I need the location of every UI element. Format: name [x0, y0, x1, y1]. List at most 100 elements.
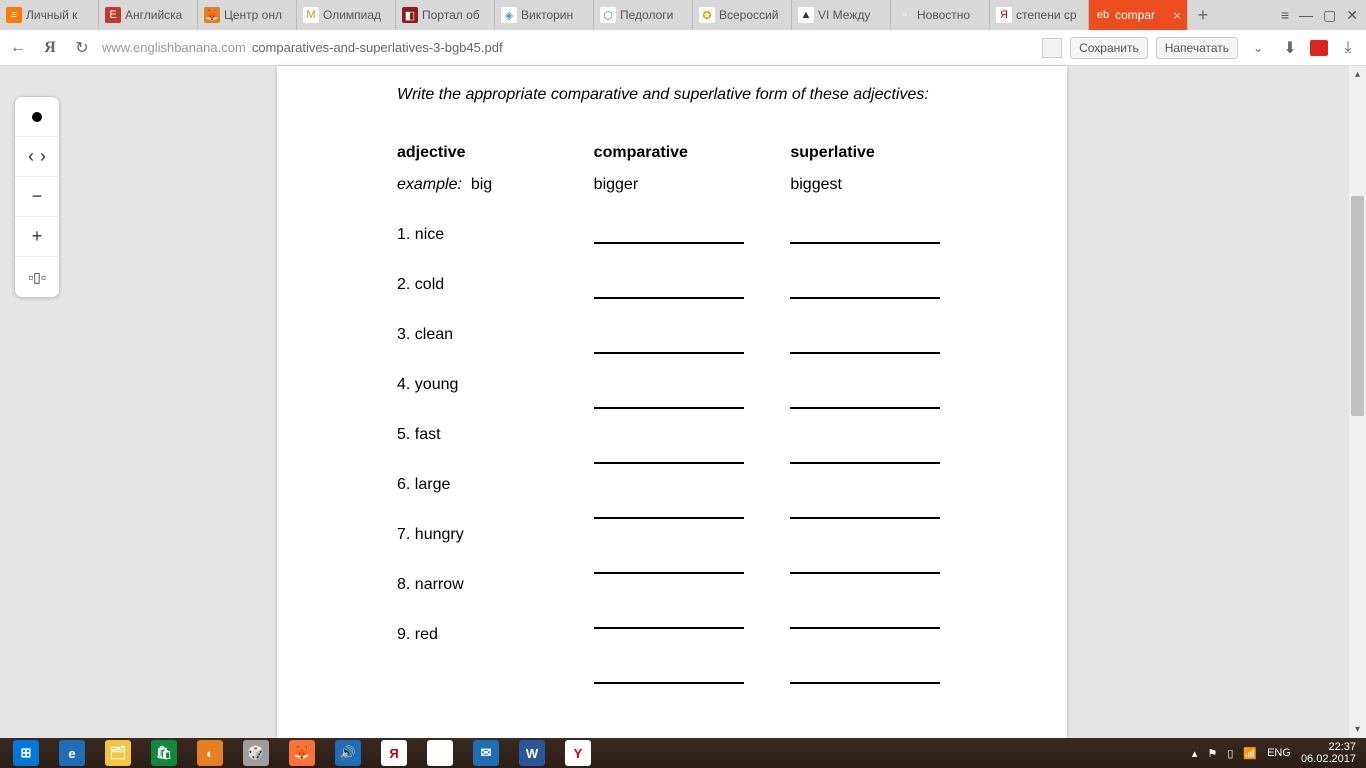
tab-label: compar: [1115, 8, 1169, 22]
menu-button[interactable]: ≡: [1281, 7, 1289, 23]
tab-favicon: 🦊: [204, 7, 220, 23]
next-page-icon: ›: [40, 146, 46, 167]
taskbar-mail[interactable]: ✉: [464, 740, 508, 766]
tab-0[interactable]: ≡Личный к: [0, 0, 99, 30]
tab-label: Личный к: [26, 8, 92, 22]
taskbar-yandex-browser[interactable]: Y: [556, 740, 600, 766]
superlative-blank: [790, 501, 987, 524]
dropdown-button[interactable]: ⌄: [1246, 36, 1270, 60]
save-button[interactable]: Сохранить: [1070, 37, 1148, 59]
tab-7[interactable]: ✪Всероссий: [693, 0, 792, 30]
tray-clock[interactable]: 22:37 06.02.2017: [1301, 741, 1356, 765]
tray-language[interactable]: ENG: [1267, 747, 1291, 759]
col-adjective-header: adjective: [397, 144, 594, 162]
taskbar-firefox[interactable]: 🦊: [280, 740, 324, 766]
taskbar-app-orange[interactable]: ◐: [188, 740, 232, 766]
scroll-up-arrow[interactable]: ▴: [1349, 66, 1366, 83]
reload-button[interactable]: ↻: [70, 36, 94, 60]
example-label: example:: [397, 176, 462, 193]
yandex-logo[interactable]: Я: [38, 36, 62, 60]
zoom-in-button[interactable]: +: [15, 217, 59, 257]
adjective-item: 5. fast: [397, 426, 594, 444]
start-button[interactable]: ⊞: [4, 740, 48, 766]
pdf-icon: [1310, 40, 1328, 56]
downloads-button[interactable]: ⬇: [1278, 36, 1302, 60]
comparative-blank: [594, 446, 791, 469]
tab-label: Центр онл: [224, 8, 290, 22]
taskbar-store[interactable]: 🛍: [142, 740, 186, 766]
adjective-item: 1. nice: [397, 226, 594, 244]
pdf-sidebar-toolbar: ‹› − + ▫▯▫: [14, 96, 60, 298]
system-tray: ▴ ⚑ ▯ 📶 ENG 22:37 06.02.2017: [1192, 741, 1362, 765]
tab-11[interactable]: ebcompar×: [1089, 0, 1188, 30]
address-bar: ← Я ↻ www.englishbanana.com comparatives…: [0, 30, 1366, 66]
tab-label: Олимпиад: [323, 8, 389, 22]
tab-5[interactable]: ◈Викторин: [495, 0, 594, 30]
back-button[interactable]: ←: [6, 36, 30, 60]
print-button[interactable]: Напечатать: [1156, 37, 1238, 59]
tab-4[interactable]: ◧Портал об: [396, 0, 495, 30]
tab-2[interactable]: 🦊 Центр онл: [198, 0, 297, 30]
scroll-thumb[interactable]: [1351, 196, 1364, 416]
tray-flag-icon[interactable]: ⚑: [1207, 747, 1217, 760]
tray-network-icon[interactable]: 📶: [1243, 747, 1257, 760]
adjective-item: 6. large: [397, 476, 594, 494]
taskbar-word[interactable]: W: [510, 740, 554, 766]
tab-strip: ≡Личный кEАнглийска🦊Центр онлMОлимпиад◧П…: [0, 0, 1366, 30]
page-nav[interactable]: ‹›: [15, 137, 59, 177]
tab-favicon: M: [303, 7, 319, 23]
tab-9[interactable]: ▫Новостно: [891, 0, 990, 30]
tab-favicon: ▲: [798, 7, 814, 23]
tab-label: Всероссий: [719, 8, 785, 22]
comparative-blank: [594, 556, 791, 579]
url-path: comparatives-and-superlatives-3-bgb45.pd…: [252, 40, 503, 55]
thumbnail-toggle[interactable]: [15, 97, 59, 137]
taskbar: ⊞ e 🗂 🛍 ◐ 🎲 🦊 🔊 Я ◉ ✉ W Y ▴ ⚑ ▯ 📶 ENG 22…: [0, 738, 1366, 768]
tray-up-icon[interactable]: ▴: [1192, 747, 1198, 760]
taskbar-yandex-search[interactable]: Я: [372, 740, 416, 766]
superlative-blank: [790, 611, 987, 634]
tab-1[interactable]: EАнглийска: [99, 0, 198, 30]
instruction-text: Write the appropriate comparative and su…: [397, 86, 987, 104]
col-superlative-header: superlative: [790, 144, 987, 162]
vertical-scrollbar[interactable]: ▴ ▾: [1349, 66, 1366, 738]
superlative-blank: [790, 281, 987, 304]
taskbar-ie[interactable]: e: [50, 740, 94, 766]
url-display[interactable]: www.englishbanana.com comparatives-and-s…: [102, 40, 1034, 55]
superlative-blank: [790, 666, 987, 689]
tray-date: 06.02.2017: [1301, 753, 1356, 765]
taskbar-chrome[interactable]: ◉: [418, 740, 462, 766]
fit-width-button[interactable]: ▫▯▫: [15, 257, 59, 297]
tab-label: степени ср: [1016, 8, 1082, 22]
minimize-button[interactable]: —: [1299, 7, 1313, 23]
tray-battery-icon[interactable]: ▯: [1227, 747, 1233, 760]
tab-favicon: Я: [996, 7, 1012, 23]
tab-10[interactable]: Ястепени ср: [990, 0, 1089, 30]
taskbar-explorer[interactable]: 🗂: [96, 740, 140, 766]
adjective-item: 9. red: [397, 626, 594, 644]
example-adjective: big: [471, 176, 492, 193]
close-icon[interactable]: ×: [1173, 8, 1181, 23]
taskbar-sound[interactable]: 🔊: [326, 740, 370, 766]
maximize-button[interactable]: ▢: [1323, 7, 1336, 24]
taskbar-app-grey[interactable]: 🎲: [234, 740, 278, 766]
col-comparative-header: comparative: [594, 144, 791, 162]
download-file-button[interactable]: ⤓: [1336, 36, 1360, 60]
tab-favicon: ◈: [501, 7, 517, 23]
zoom-out-button[interactable]: −: [15, 177, 59, 217]
tab-3[interactable]: M Олимпиад: [297, 0, 396, 30]
new-tab-button[interactable]: +: [1188, 0, 1218, 30]
comparative-blank: [594, 391, 791, 414]
adjective-item: 2. cold: [397, 276, 594, 294]
dot-icon: [32, 112, 42, 122]
comparative-blank: [594, 281, 791, 304]
superlative-blank: [790, 336, 987, 359]
tab-8[interactable]: ▲VI Между: [792, 0, 891, 30]
tab-label: Педологи: [620, 8, 686, 22]
prev-page-icon: ‹: [28, 146, 34, 167]
comparative-blank: [594, 666, 791, 689]
tab-6[interactable]: ⬡Педологи: [594, 0, 693, 30]
close-window-button[interactable]: ✕: [1346, 7, 1358, 24]
scroll-down-arrow[interactable]: ▾: [1349, 721, 1366, 738]
reader-mode-button[interactable]: [1042, 38, 1062, 58]
